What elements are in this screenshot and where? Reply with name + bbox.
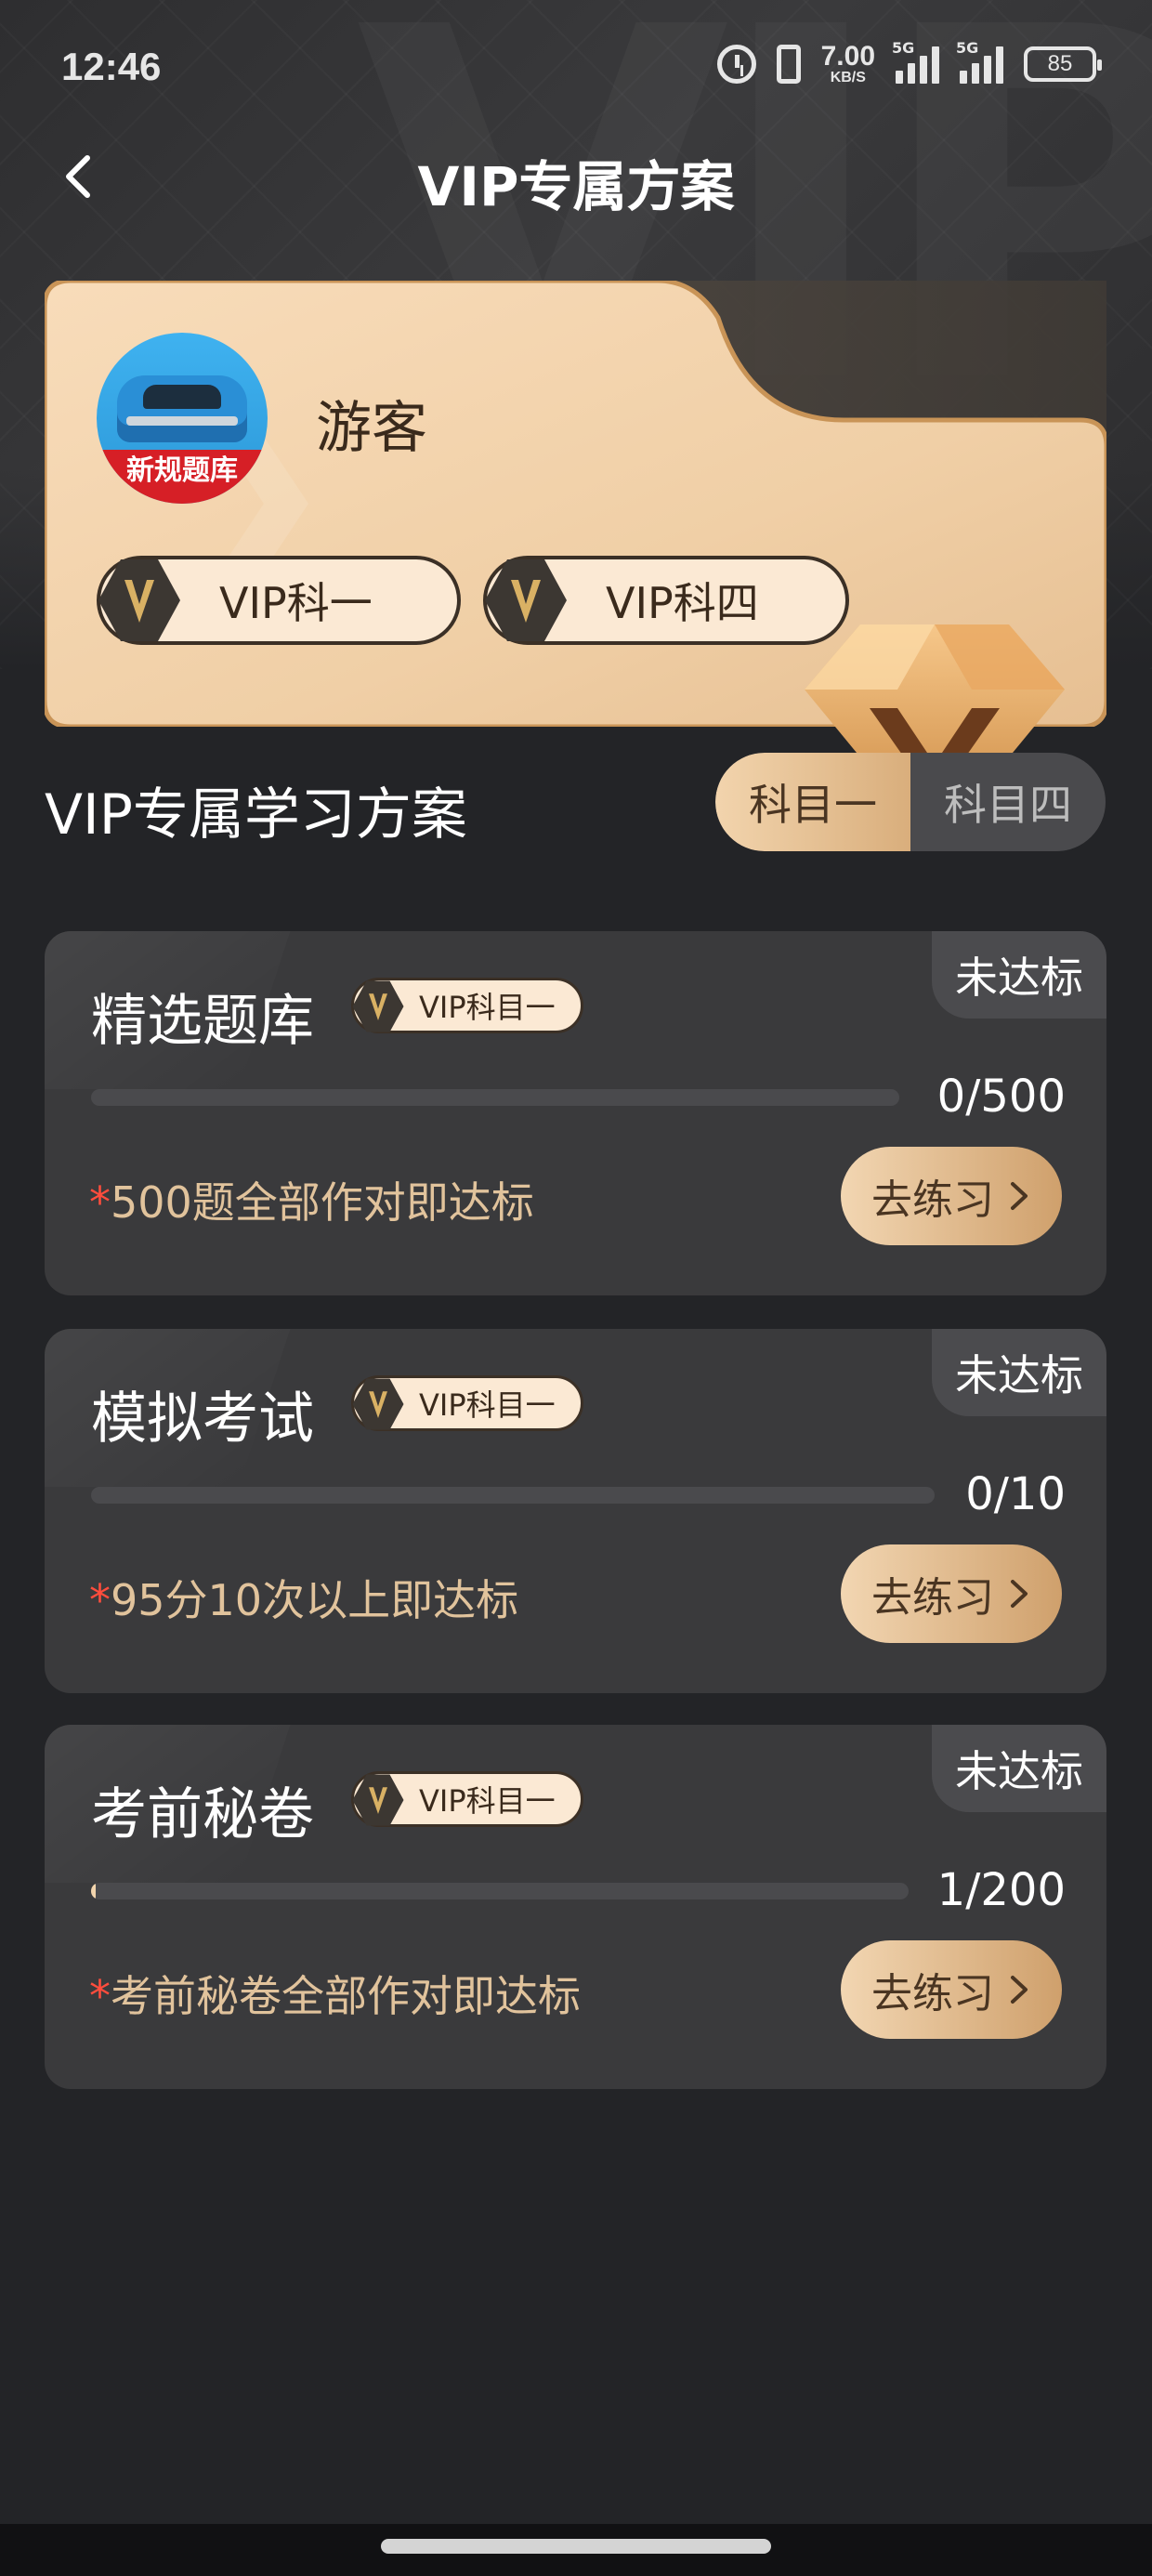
status-badge: 未达标: [932, 931, 1106, 1019]
vip-badge-subject-4: VIP科四: [483, 556, 849, 645]
required-star: *: [89, 1575, 111, 1625]
requirement-text: *500题全部作对即达标: [89, 1169, 534, 1230]
vip-subject-tag-label: VIP科目一: [419, 1387, 556, 1423]
vip-badge-label: VIP科四: [606, 578, 759, 628]
practice-button[interactable]: 去练习: [841, 1147, 1062, 1245]
requirement-text: *考前秘卷全部作对即达标: [89, 1963, 581, 2024]
requirement-label: 95分10次以上即达标: [111, 1575, 519, 1625]
home-indicator[interactable]: [381, 2539, 771, 2554]
vip-badge-label: VIP科一: [219, 578, 373, 628]
practice-button[interactable]: 去练习: [841, 1544, 1062, 1643]
member-card: 新规题库 游客 VIP科一 VIP科四: [45, 281, 1106, 848]
status-badge: 未达标: [932, 1725, 1106, 1812]
chevron-right-icon: [1011, 1976, 1028, 2004]
requirement-text: *95分10次以上即达标: [89, 1567, 518, 1628]
progress-count: 0/10: [965, 1468, 1066, 1520]
vip-badge-subject-1: VIP科一: [97, 556, 461, 645]
subject-switch: 科目一 科目四: [715, 753, 1106, 851]
practice-button-label: 去练习: [871, 1970, 994, 2017]
vip-v-icon: [485, 559, 567, 641]
progress-count: 0/500: [936, 1071, 1066, 1123]
tab-subject-4[interactable]: 科目四: [910, 753, 1106, 851]
vip-subject-tag: VIP科目一: [351, 1771, 583, 1827]
vip-v-icon: [352, 1378, 404, 1430]
plan-title: VIP专属学习方案: [45, 782, 467, 848]
status-badge: 未达标: [932, 1329, 1106, 1416]
signal-icon-1: 5G: [892, 39, 939, 84]
progress-bar: [91, 1089, 899, 1106]
task-card-question-bank: 未达标 精选题库 VIP科目一 0/500 *500题全部作对即达标 去练习: [45, 931, 1106, 1295]
practice-button[interactable]: 去练习: [841, 1940, 1062, 2039]
vip-subject-tag-label: VIP科目一: [419, 1783, 556, 1819]
practice-button-label: 去练习: [871, 1574, 994, 1622]
task-title: 考前秘卷: [91, 1782, 314, 1847]
practice-button-label: 去练习: [871, 1176, 994, 1224]
vip-subject-tag: VIP科目一: [351, 1375, 583, 1431]
tab-subject-1[interactable]: 科目一: [715, 753, 910, 851]
progress-count: 1/200: [936, 1864, 1066, 1916]
car-image: [117, 375, 247, 442]
vip-subject-tag-label: VIP科目一: [419, 990, 556, 1025]
status-bar: 12:46 7.00 KB/S 5G 5G 85: [0, 0, 1152, 139]
vip-subject-tag: VIP科目一: [351, 978, 583, 1033]
vibrate-icon: [776, 45, 801, 84]
task-card-final-paper: 未达标 考前秘卷 VIP科目一 1/200 *考前秘卷全部作对即达标 去练习: [45, 1725, 1106, 2089]
page-title: VIP专属方案: [417, 155, 735, 218]
progress-bar: [91, 1883, 909, 1899]
required-star: *: [89, 1971, 111, 2021]
chevron-right-icon: [1011, 1182, 1028, 1210]
vip-v-icon: [98, 559, 180, 641]
network-speed-unit: KB/S: [830, 70, 866, 85]
progress-bar: [91, 1487, 935, 1504]
signal-icon-2: 5G: [956, 39, 1003, 84]
requirement-label: 500题全部作对即达标: [111, 1177, 534, 1228]
battery-level: 85: [1047, 51, 1073, 76]
requirement-label: 考前秘卷全部作对即达标: [111, 1971, 581, 2021]
task-title: 模拟考试: [91, 1387, 314, 1452]
signal-tag-2: 5G: [956, 39, 979, 57]
chevron-right-icon: [1011, 1580, 1028, 1608]
network-speed: 7.00 KB/S: [821, 43, 875, 85]
user-avatar[interactable]: 新规题库: [97, 333, 268, 504]
task-title: 精选题库: [91, 989, 314, 1054]
battery-icon: 85: [1024, 46, 1102, 82]
required-star: *: [89, 1177, 111, 1228]
alarm-icon: [716, 45, 756, 84]
progress-fill: [91, 1883, 97, 1899]
avatar-banner: 新规题库: [97, 450, 268, 504]
signal-tag-1: 5G: [892, 39, 915, 57]
network-speed-value: 7.00: [820, 41, 875, 72]
status-icons: 7.00 KB/S 5G 5G 85: [716, 39, 1102, 85]
user-name: 游客: [316, 396, 427, 461]
vip-v-icon: [352, 980, 404, 1032]
navigation-bar: VIP专属方案: [0, 139, 1152, 218]
status-time: 12:46: [61, 45, 162, 88]
vip-v-icon: [352, 1774, 404, 1826]
task-card-mock-exam: 未达标 模拟考试 VIP科目一 0/10 *95分10次以上即达标 去练习: [45, 1329, 1106, 1693]
